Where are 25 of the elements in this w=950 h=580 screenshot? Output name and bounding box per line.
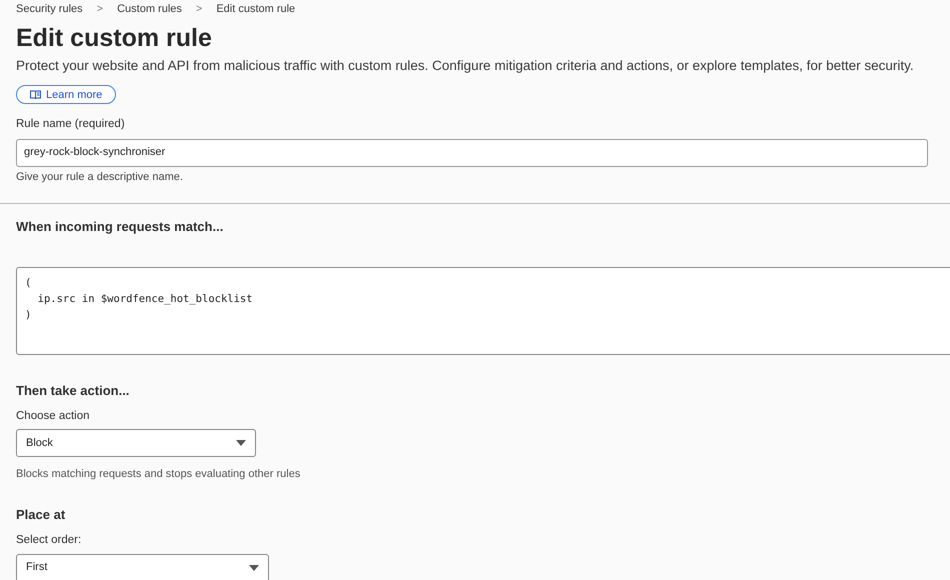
book-icon bbox=[30, 90, 41, 100]
page-title: Edit custom rule bbox=[16, 23, 213, 53]
order-select[interactable]: First bbox=[16, 554, 269, 580]
code-line: ( bbox=[25, 276, 32, 290]
dropdown-caret-icon bbox=[236, 440, 246, 446]
dropdown-caret-icon bbox=[249, 564, 259, 570]
page-description: Protect your website and API from malicious traffic with custom rules. Configure mitigation criteria and actions, or explore templates, for better security. bbox=[16, 57, 915, 75]
action-select[interactable]: Block bbox=[16, 429, 256, 458]
section-heading: When incoming requests match... bbox=[16, 218, 224, 236]
section-heading: Then take action... bbox=[16, 382, 130, 400]
code-line: ) bbox=[25, 308, 32, 322]
breadcrumb-link[interactable]: Custom rules bbox=[117, 1, 182, 18]
breadcrumb-link[interactable]: Security rules bbox=[16, 1, 83, 18]
field-hint: Give your rule a descriptive name. bbox=[16, 170, 184, 184]
breadcrumb-separator: > bbox=[96, 2, 104, 18]
field-label: Rule name (required) bbox=[16, 117, 126, 132]
code-line: ip.src in $wordfence_hot_blocklist bbox=[36, 292, 253, 306]
expression-editor[interactable]: ( ip.src in $wordfence_hot_blocklist ) bbox=[16, 266, 950, 354]
field-label: Choose action bbox=[16, 409, 91, 424]
learn-more-button[interactable]: Learn more bbox=[16, 85, 116, 104]
rule-name-field[interactable]: grey-rock-block-synchroniser bbox=[16, 138, 928, 166]
section-heading: Place at bbox=[16, 506, 66, 524]
breadcrumb-separator: > bbox=[196, 2, 202, 18]
action-hint: Blocks matching requests and stops evaluating other rules bbox=[16, 467, 302, 482]
field-label: Select order: bbox=[16, 533, 82, 548]
